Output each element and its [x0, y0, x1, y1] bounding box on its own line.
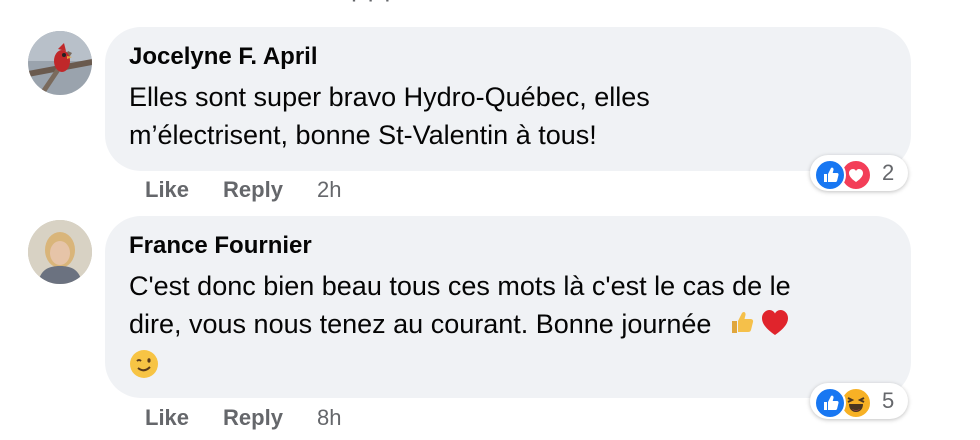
reaction-count: 2 [882, 160, 895, 185]
like-icon [814, 387, 846, 419]
winking-face-emoji-icon [129, 349, 159, 389]
comment-bubble: Jocelyne F. April Elles sont super bravo… [105, 27, 911, 171]
reaction-summary[interactable]: 2 [810, 155, 908, 191]
red-heart-emoji-icon [759, 307, 791, 347]
comment-text-line: C'est donc bien beau tous ces mots là c'… [129, 271, 791, 301]
comment-text-segment: dire, vous nous tenez au courant. Bonne … [129, 309, 712, 339]
like-button[interactable]: Like [145, 405, 189, 431]
like-icon [814, 159, 846, 191]
reply-button[interactable]: Reply [223, 405, 283, 431]
comment-text: C'est donc bien beau tous ces mots là c'… [129, 267, 791, 389]
reply-button[interactable]: Reply [223, 177, 283, 203]
comment-author[interactable]: France Fournier [129, 232, 312, 260]
comment-actions: Like Reply 2h [145, 177, 341, 203]
like-button[interactable]: Like [145, 177, 189, 203]
comment-text: Elles sont super bravo Hydro-Québec, ell… [129, 78, 650, 154]
previous-comment-cutoff: · · · [350, 0, 470, 13]
comment-author[interactable]: Jocelyne F. April [129, 43, 318, 71]
avatar-person-image [28, 220, 92, 284]
comment-bubble: France Fournier C'est donc bien beau tou… [105, 216, 911, 398]
comment-text-line: m’électrisent, bonne St-Valentin à tous! [129, 120, 597, 150]
timestamp-link[interactable]: 2h [317, 177, 341, 203]
comment-text-line [129, 347, 791, 389]
avatar[interactable] [28, 31, 92, 95]
comment-text-line: Elles sont super bravo Hydro-Québec, ell… [129, 82, 650, 112]
avatar-cardinal-image [28, 31, 92, 95]
thumbs-up-emoji-icon [727, 307, 757, 347]
reaction-count: 5 [882, 388, 895, 413]
comment-actions: Like Reply 8h [145, 405, 341, 431]
comment-text-line: dire, vous nous tenez au courant. Bonne … [129, 305, 791, 347]
timestamp-link[interactable]: 8h [317, 405, 341, 431]
avatar[interactable] [28, 220, 92, 284]
reaction-summary[interactable]: 5 [810, 383, 908, 419]
